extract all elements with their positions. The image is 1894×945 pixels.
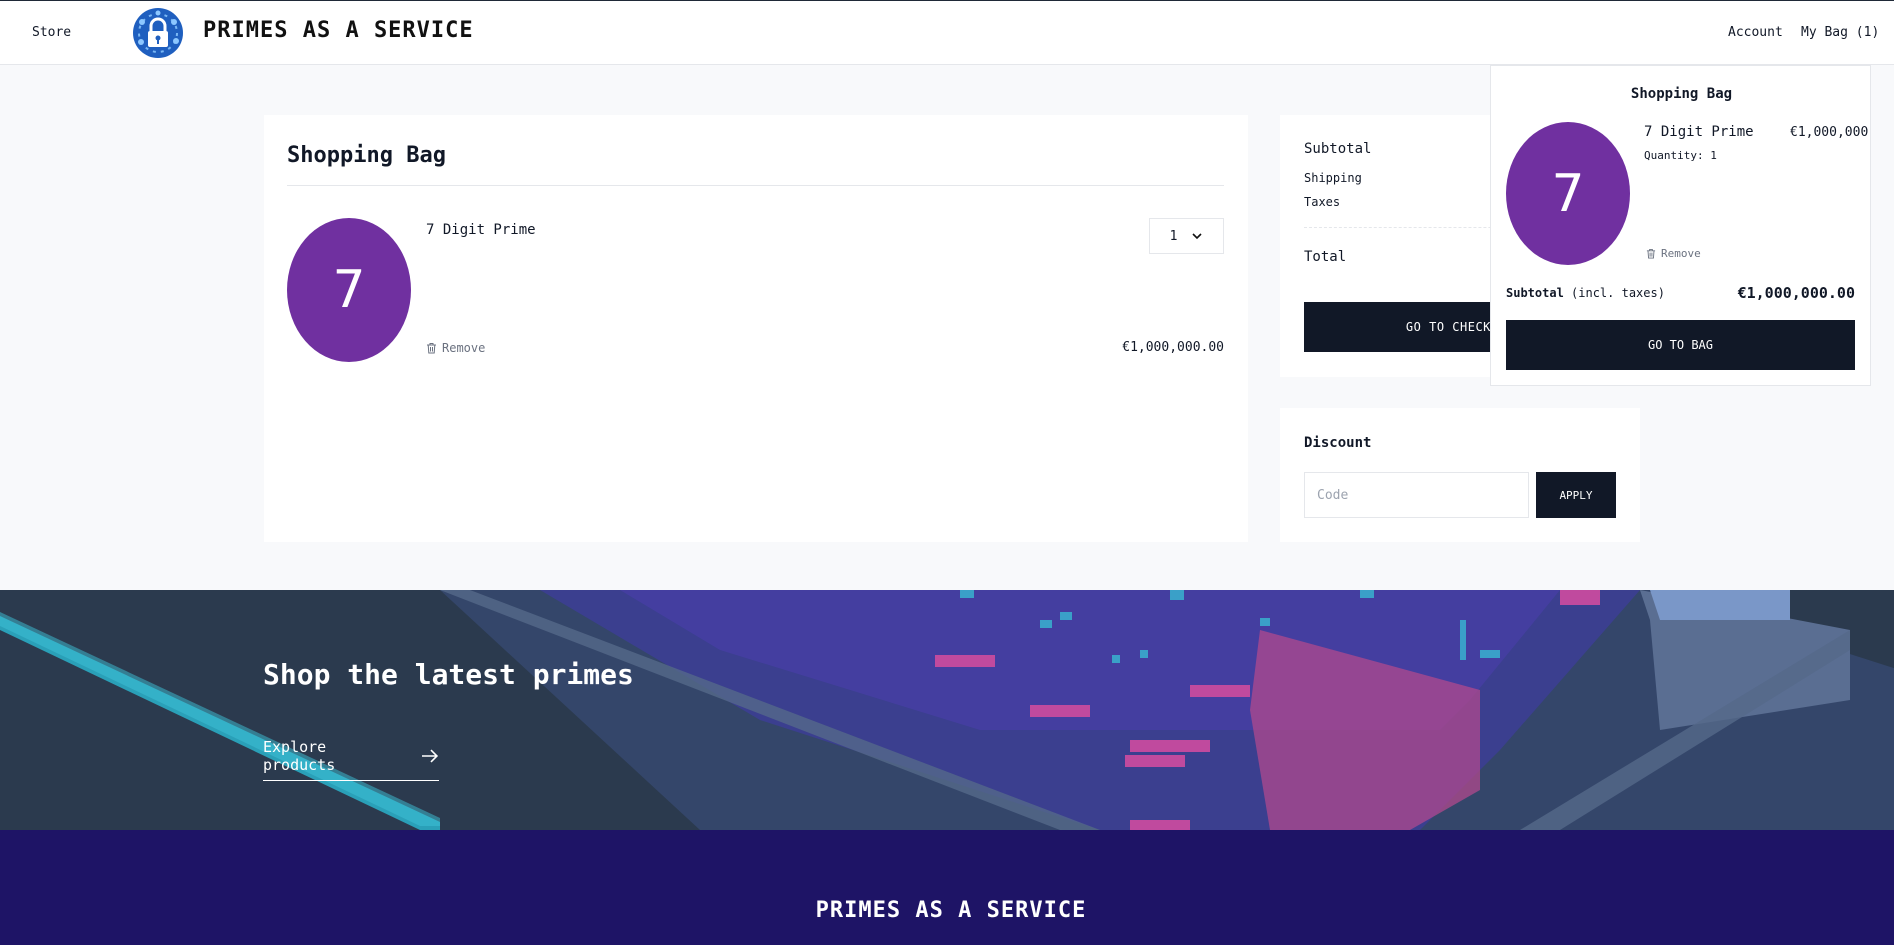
subtotal-label: Subtotal [1304,141,1372,157]
quantity-select[interactable]: 1 [1149,218,1224,254]
hero-title: Shop the latest primes [263,658,634,691]
arrow-right-icon [422,749,439,763]
trash-icon [427,343,436,354]
apply-discount-button[interactable]: APPLY [1536,472,1616,518]
footer-brand-name: PRIMES AS A SERVICE [815,898,1087,923]
top-navigation-bar: Store PRIMES AS A SERVICE Account My Bag… [0,0,1894,65]
lock-logo-icon[interactable] [132,7,184,59]
nav-store-link[interactable]: Store [32,25,71,40]
popover-product-thumbnail[interactable]: 7 [1506,122,1630,265]
explore-products-label: Explore products [263,738,336,774]
remove-label: Remove [442,341,486,355]
product-name[interactable]: 7 Digit Prime [426,222,536,238]
popover-quantity: Quantity: 1 [1644,149,1717,162]
footer: PRIMES AS A SERVICE [0,830,1894,945]
product-thumbnail[interactable]: 7 [287,218,411,362]
hero-banner: Shop the latest primes Explore products [0,590,1894,830]
popover-subtotal-note: (incl. taxes) [1571,286,1665,300]
divider [287,185,1224,186]
discount-code-input[interactable] [1304,472,1529,518]
popover-subtotal-label: Subtotal (incl. taxes) [1506,286,1665,300]
pixel-art-illustration [0,590,1894,830]
shopping-bag-panel: Shopping Bag 7 7 Digit Prime 1 Remove €1… [264,115,1248,542]
total-label: Total [1304,249,1347,265]
page-title: Shopping Bag [287,143,446,168]
remove-item-button[interactable]: Remove [426,341,485,355]
trash-icon [1646,248,1656,259]
discount-title: Discount [1304,435,1372,451]
explore-products-link[interactable]: Explore products [263,738,439,781]
bag-popover: Shopping Bag 7 7 Digit Prime €1,000,000 … [1490,65,1871,386]
brand-name[interactable]: PRIMES AS A SERVICE [203,18,474,43]
go-to-bag-button[interactable]: GO TO BAG [1506,320,1855,370]
product-price: €1,000,000.00 [1122,340,1224,355]
chevron-down-icon [1192,233,1202,240]
taxes-label: Taxes [1304,195,1341,209]
popover-title: Shopping Bag [1630,86,1733,102]
discount-panel: Discount APPLY [1280,408,1640,542]
popover-remove-button[interactable]: Remove [1646,247,1701,260]
nav-my-bag-link[interactable]: My Bag (1) [1801,25,1879,40]
popover-remove-label: Remove [1661,247,1701,260]
shipping-label: Shipping [1304,171,1362,185]
popover-product-price: €1,000,000 [1790,125,1869,140]
quantity-value: 1 [1169,228,1178,244]
popover-subtotal-value: €1,000,000.00 [1737,284,1855,302]
popover-product-name[interactable]: 7 Digit Prime [1644,124,1754,140]
nav-account-link[interactable]: Account [1728,25,1783,40]
popover-subtotal-word: Subtotal [1506,286,1564,300]
